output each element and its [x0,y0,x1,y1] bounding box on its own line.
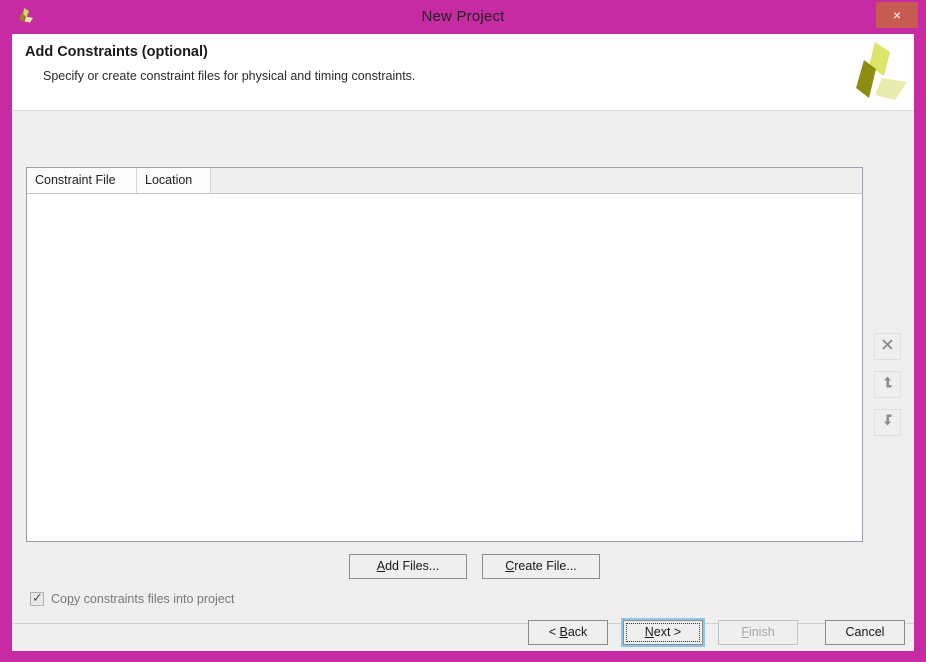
table-body-empty[interactable] [27,194,862,541]
remove-file-button[interactable] [874,333,901,360]
copy-label-accel: p [66,592,74,606]
next-label-post: ext > [653,625,682,639]
constraint-files-table[interactable]: Constraint File Location [26,167,863,542]
finish-accel: F [741,625,749,639]
title-bar: New Project × [0,0,926,34]
finish-button[interactable]: Finish [718,620,798,645]
copy-constraints-label: Copy constraints files into project [51,592,234,606]
copy-label-pre: Co [51,592,67,606]
create-file-button[interactable]: Create File... [482,554,600,579]
column-header-location[interactable]: Location [137,168,211,193]
cancel-label-post: Cancel [845,625,885,639]
arrow-up-icon [881,375,894,394]
xilinx-pinwheel-logo-icon [838,40,908,106]
file-list-toolbar [874,333,904,447]
next-accel: N [644,625,654,639]
close-x-icon [881,338,894,356]
back-accel: B [559,625,568,639]
column-header-filler [211,168,862,193]
move-up-button[interactable] [874,371,901,398]
new-project-dialog-window: New Project × Add Constraints (optional)… [0,0,926,662]
window-title: New Project [421,8,505,25]
arrow-down-icon [881,413,894,432]
page-title: Add Constraints (optional) [25,44,208,60]
add-files-accel: A [376,559,386,573]
wizard-page-body: Constraint File Location Add Files... Cr… [12,111,914,623]
add-files-button[interactable]: Add Files... [349,554,467,579]
back-label-post: ack [567,625,588,639]
create-file-label-post: reate File... [514,559,577,573]
dialog-client-area: Add Constraints (optional) Specify or cr… [12,34,914,651]
copy-constraints-checkbox[interactable]: ✓ [30,590,44,606]
page-subtitle: Specify or create constraint files for p… [43,69,416,83]
move-down-button[interactable] [874,409,901,436]
finish-label-post: inish [748,625,775,639]
copy-label-post: y constraints files into project [73,592,235,606]
table-header-row: Constraint File Location [27,168,862,194]
next-button[interactable]: Next > [621,618,705,647]
close-icon[interactable]: × [876,2,918,28]
check-icon: ✓ [32,590,43,605]
add-files-label-post: dd Files... [385,559,440,573]
column-header-constraint-file[interactable]: Constraint File [27,168,137,193]
copy-constraints-row[interactable]: ✓ Copy constraints files into project [30,590,234,608]
back-button[interactable]: < Back [528,620,608,645]
wizard-page-header: Add Constraints (optional) Specify or cr… [12,34,914,111]
create-file-accel: C [505,559,515,573]
cancel-button[interactable]: Cancel [825,620,905,645]
back-label-pre: < [548,625,560,639]
